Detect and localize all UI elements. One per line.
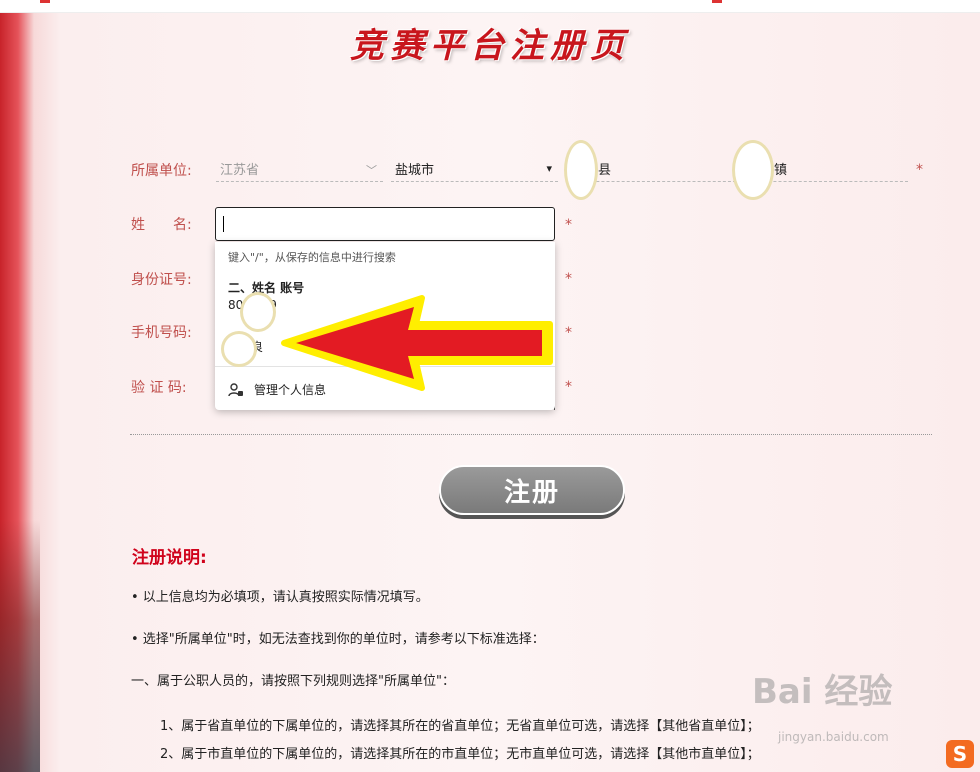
redaction-oval	[564, 140, 598, 200]
register-button[interactable]: 注册	[439, 465, 625, 515]
province-select[interactable]: 江苏省 ﹀	[216, 156, 383, 182]
chevron-down-icon: ﹀	[366, 164, 377, 177]
note-line: • 以上信息均为必填项，请认真按照实际情况填写。	[131, 590, 429, 605]
redaction-oval	[240, 292, 276, 332]
notes-title: 注册说明:	[132, 548, 207, 568]
chevron-down-icon: ▾	[546, 162, 552, 175]
ime-icon[interactable]: S	[946, 740, 974, 768]
redaction-oval	[221, 331, 257, 367]
page-title: 竞赛平台注册页	[350, 26, 630, 66]
required-mark: *	[565, 217, 572, 233]
city-select[interactable]: 盐城市 ▾	[391, 156, 558, 182]
redaction-oval	[732, 140, 774, 200]
phone-label: 手机号码:	[131, 325, 192, 341]
note-line: 一、属于公职人员的，请按照下列规则选择"所属单位"：	[131, 674, 455, 689]
required-mark: *	[565, 271, 572, 287]
watermark-logo: Bai 经验	[752, 672, 893, 712]
text-caret	[223, 216, 224, 232]
note-line: • 选择"所属单位"时，如无法查找到你的单位时，请参考以下标准选择：	[131, 632, 545, 647]
watermark-url: jingyan.baidu.com	[778, 730, 889, 744]
captcha-label: 验 证 码:	[131, 380, 187, 396]
note-line: 1、属于省直单位的下属单位的，请选择其所在的省直单位；无省直单位可选，请选择【其…	[160, 719, 760, 734]
annotation-arrow-icon	[281, 295, 553, 391]
unit-label: 所属单位:	[131, 163, 192, 179]
town-value: 镇	[774, 163, 788, 178]
city-value: 盐城市	[395, 163, 435, 178]
province-value: 江苏省	[220, 163, 260, 178]
required-mark: *	[565, 379, 572, 395]
name-label: 姓 名:	[131, 217, 192, 233]
autofill-hint: 键入"/"，从保存的信息中进行搜索	[228, 251, 396, 264]
county-value: 县	[598, 163, 612, 178]
divider	[130, 434, 932, 435]
required-mark: *	[565, 325, 572, 341]
person-icon	[228, 382, 243, 396]
name-input[interactable]	[215, 207, 555, 241]
note-line: 2、属于市直单位的下属单位的，请选择其所在的市直单位；无市直单位可选，请选择【其…	[160, 747, 760, 762]
browser-top-strip	[0, 0, 980, 13]
required-mark: *	[916, 162, 923, 178]
background-art	[0, 520, 40, 772]
id-label: 身份证号:	[131, 272, 192, 288]
